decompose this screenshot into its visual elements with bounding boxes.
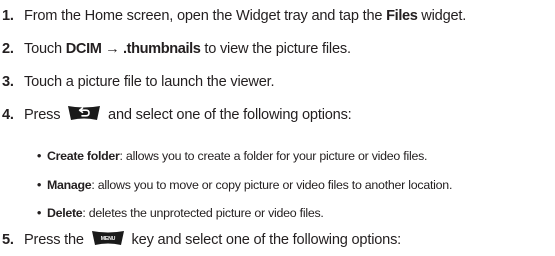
option-term: Delete (47, 206, 83, 220)
files-widget-term: Files (386, 8, 418, 24)
step-text: Press and select one of the following op… (24, 106, 352, 124)
menu-key-icon: MENU (91, 231, 124, 246)
step-text-pre: Press (24, 107, 65, 123)
bullet-dot: • (37, 149, 42, 163)
back-key-icon (68, 106, 101, 121)
step-number: 2. (2, 41, 14, 57)
option-description: : allows you to create a folder for your… (119, 149, 428, 163)
step-text: Touch DCIM → .thumbnails to view the pic… (24, 40, 351, 58)
step-number: 1. (2, 8, 14, 24)
option-create-folder: • Create folder: allows you to create a f… (37, 148, 427, 164)
step-text-post: to view the picture files. (200, 41, 351, 57)
step-text: Touch a picture file to launch the viewe… (24, 74, 275, 90)
bullet-dot: • (37, 206, 42, 220)
option-term: Create folder (47, 149, 120, 163)
option-description: : deletes the unprotected picture or vid… (82, 206, 324, 220)
folder-path-term: DCIM → .thumbnails (65, 41, 201, 57)
step-text-pre: Press the (24, 232, 88, 248)
step-number: 4. (2, 107, 14, 123)
option-manage: • Manage: allows you to move or copy pict… (37, 177, 452, 193)
step-text-post: widget. (417, 8, 467, 24)
step-text-post: and select one of the following options: (104, 107, 352, 123)
option-description: : allows you to move or copy picture or … (91, 178, 453, 192)
step-text: From the Home screen, open the Widget tr… (24, 7, 466, 25)
menu-key-label: MENU (100, 236, 115, 242)
step-text: Press the MENU key and select one of the… (24, 231, 401, 249)
step-number: 3. (2, 74, 14, 90)
option-delete: • Delete: deletes the unprotected picture… (37, 205, 324, 221)
step-text-post: key and select one of the following opti… (127, 232, 402, 248)
step-number: 5. (2, 232, 14, 248)
step-text-pre: From the Home screen, open the Widget tr… (24, 8, 387, 24)
option-term: Manage (47, 178, 92, 192)
bullet-dot: • (37, 178, 42, 192)
instruction-document: 1. From the Home screen, open the Widget… (0, 0, 555, 256)
step-text-pre: Touch (24, 41, 66, 57)
